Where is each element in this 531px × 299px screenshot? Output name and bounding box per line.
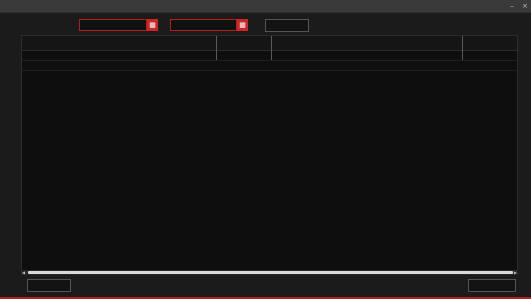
date-from-field[interactable] bbox=[79, 19, 147, 31]
minimize-button[interactable]: – bbox=[506, 0, 518, 12]
scroll-left-icon[interactable]: ◀ bbox=[22, 270, 25, 275]
date-to-field[interactable] bbox=[170, 19, 237, 31]
save-button[interactable] bbox=[27, 279, 71, 292]
calendar-icon[interactable]: ▦ bbox=[147, 19, 158, 31]
scroll-right-icon[interactable]: ▶ bbox=[514, 270, 517, 275]
window-title bbox=[0, 1, 531, 8]
results-table bbox=[21, 35, 518, 272]
horizontal-scrollbar[interactable]: ◀ ▶ bbox=[21, 270, 518, 275]
close-button[interactable]: × bbox=[519, 0, 531, 12]
table-row[interactable] bbox=[22, 51, 517, 61]
scrollbar-thumb[interactable] bbox=[28, 271, 513, 274]
close-window-button[interactable] bbox=[468, 279, 516, 292]
query-button[interactable] bbox=[265, 19, 309, 32]
table-row[interactable] bbox=[22, 61, 517, 71]
table-header bbox=[22, 36, 517, 51]
calendar-icon[interactable]: ▦ bbox=[237, 19, 248, 31]
